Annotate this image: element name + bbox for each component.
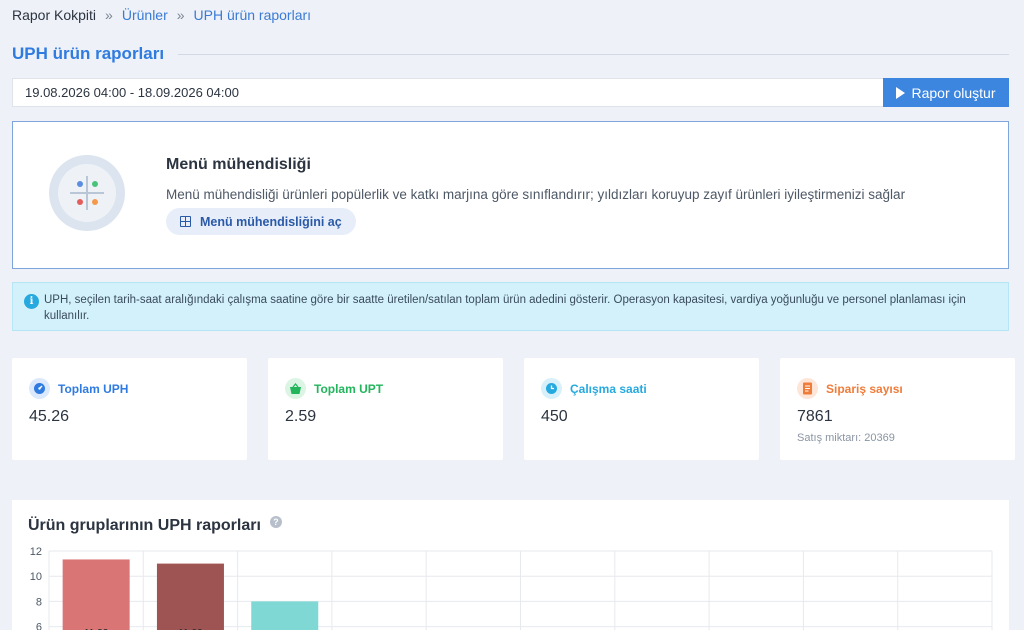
bar[interactable] xyxy=(156,563,224,630)
play-icon xyxy=(896,86,906,99)
chart-title: Ürün gruplarının UPH raporları xyxy=(28,517,261,534)
date-range-bar: Rapor oluştur xyxy=(12,78,1009,107)
breadcrumb-root[interactable]: Rapor Kokpiti xyxy=(12,7,96,23)
kpi-card-total-upt: Toplam UPT 2.59 xyxy=(268,358,503,460)
kpi-label: Toplam UPH xyxy=(58,381,129,396)
table-icon xyxy=(180,216,191,227)
breadcrumb-item-uph[interactable]: UPH ürün raporları xyxy=(194,7,312,23)
kpi-subtext: Satış miktarı: 20369 xyxy=(797,432,895,444)
info-icon: i xyxy=(24,294,39,309)
uph-bar-chart: 12108611.3311.00 xyxy=(30,546,993,630)
title-divider xyxy=(178,53,1009,55)
bar[interactable] xyxy=(251,601,319,630)
kpi-label: Toplam UPT xyxy=(314,381,384,396)
open-menu-engineering-button[interactable]: Menü mühendisliğini aç xyxy=(166,208,356,235)
speedometer-icon xyxy=(29,378,50,399)
kpi-card-working-hours: Çalışma saati 450 xyxy=(524,358,759,460)
breadcrumb-separator: » xyxy=(105,7,113,23)
breadcrumb-item-urunler[interactable]: Ürünler xyxy=(122,7,168,23)
create-report-button[interactable]: Rapor oluştur xyxy=(883,78,1009,107)
kpi-value: 45.26 xyxy=(29,408,70,425)
question-icon[interactable]: ? xyxy=(269,515,282,528)
y-tick-label: 6 xyxy=(36,622,42,630)
page-title: UPH ürün raporları xyxy=(12,44,165,63)
breadcrumb: Rapor Kokpiti » Ürünler » UPH ürün rapor… xyxy=(12,7,311,23)
info-alert: i UPH, seçilen tarih-saat aralığındaki ç… xyxy=(12,282,1009,331)
breadcrumb-separator: » xyxy=(176,7,185,23)
chart-card: Ürün gruplarının UPH raporları ? 1210861… xyxy=(12,500,1009,630)
kpi-label: Sipariş sayısı xyxy=(826,381,903,396)
clock-icon xyxy=(541,378,562,399)
kpi-value: 7861 xyxy=(797,408,833,425)
kpi-value: 450 xyxy=(541,408,568,425)
create-report-label: Rapor oluştur xyxy=(911,84,996,101)
menu-engineering-title: Menü mühendisliği xyxy=(166,156,311,173)
kpi-card-order-count: Sipariş sayısı 7861 Satış miktarı: 20369 xyxy=(780,358,1015,460)
kpi-label: Çalışma saati xyxy=(570,381,647,396)
y-tick-label: 8 xyxy=(36,596,42,608)
bar[interactable] xyxy=(62,559,130,630)
kpi-card-total-uph: Toplam UPH 45.26 xyxy=(12,358,247,460)
kpi-value: 2.59 xyxy=(285,408,317,425)
menu-engineering-card: Menü mühendisliği Menü mühendisliği ürün… xyxy=(12,121,1009,269)
receipt-icon xyxy=(797,378,818,399)
chart-title-row: Ürün gruplarının UPH raporları ? xyxy=(28,515,282,535)
info-text: UPH, seçilen tarih-saat aralığındaki çal… xyxy=(44,294,966,322)
y-tick-label: 12 xyxy=(30,546,42,558)
date-range-input[interactable] xyxy=(12,78,883,107)
page-title-row: UPH ürün raporları xyxy=(12,44,1009,64)
menu-engineering-description: Menü mühendisliği ürünleri popülerlik ve… xyxy=(166,187,906,202)
open-menu-engineering-label: Menü mühendisliğini aç xyxy=(200,214,342,229)
y-tick-label: 10 xyxy=(30,571,42,583)
basket-icon xyxy=(285,378,306,399)
quadrant-chart-icon xyxy=(49,155,125,231)
